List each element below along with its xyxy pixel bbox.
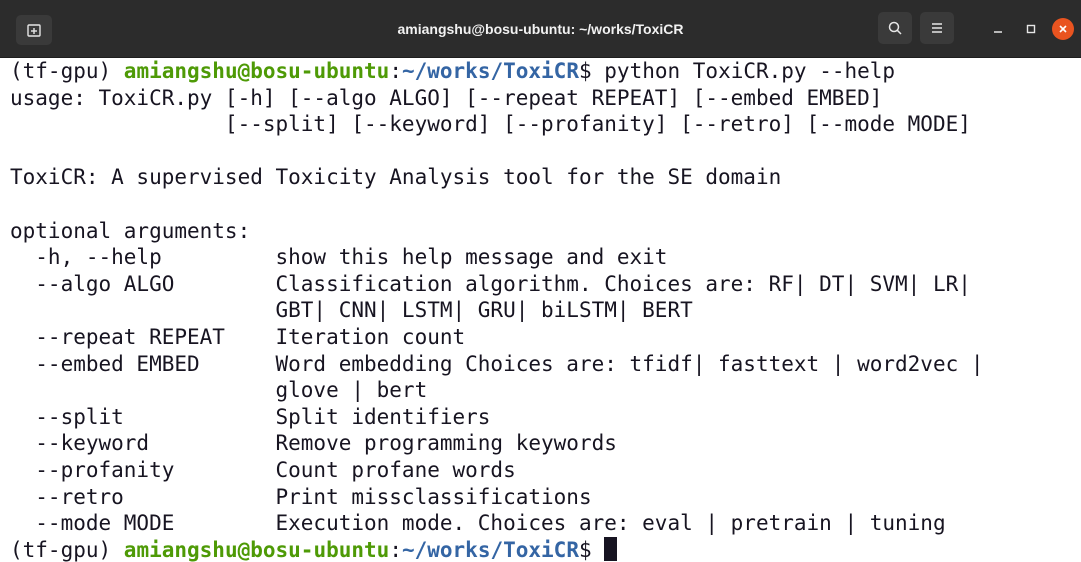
prompt-symbol: $ [578, 59, 605, 83]
output-line: -h, --help show this help message and ex… [10, 245, 668, 270]
terminal-window: amiangshu@bosu-ubuntu: ~/works/ToxiCR (t… [0, 0, 1081, 562]
prompt-colon: : [389, 537, 402, 562]
maximize-button[interactable] [1020, 18, 1042, 40]
search-button[interactable] [878, 12, 912, 44]
window-title: amiangshu@bosu-ubuntu: ~/works/ToxiCR [397, 21, 684, 37]
output-line: --split Split identifiers [10, 404, 491, 429]
close-button[interactable] [1052, 18, 1074, 40]
output-line: --repeat REPEAT Iteration count [10, 324, 466, 349]
output-line: --mode MODE Execution mode. Choices are:… [10, 511, 946, 536]
output-line: usage: ToxiCR.py [-h] [--algo ALGO] [--r… [10, 85, 883, 110]
minimize-icon [994, 31, 1002, 33]
output-line: --retro Print missclassifications [10, 484, 592, 509]
prompt-user-host: amiangshu@bosu-ubuntu [123, 537, 390, 562]
prompt-line: (tf-gpu) amiangshu@bosu-ubuntu:~/works/T… [10, 536, 1081, 562]
terminal-content[interactable]: (tf-gpu) amiangshu@bosu-ubuntu:~/works/T… [0, 58, 1081, 562]
menu-button[interactable] [920, 12, 954, 44]
output-line: GBT| CNN| LSTM| GRU| biLSTM| BERT [10, 298, 693, 323]
search-icon [888, 21, 902, 35]
output-line: --keyword Remove programming keywords [10, 431, 617, 456]
prompt-symbol: $ [578, 537, 605, 562]
prompt-command: python ToxiCR.py --help [604, 59, 896, 83]
prompt-env: (tf-gpu) [10, 59, 124, 83]
hamburger-menu-icon [932, 23, 942, 33]
output-line: ToxiCR: A supervised Toxicity Analysis t… [10, 165, 782, 190]
prompt-path: ~/works/ToxiCR [401, 59, 579, 83]
output-line: [--split] [--keyword] [--profanity] [--r… [10, 112, 971, 137]
minimize-button[interactable] [987, 18, 1009, 40]
output-line: glove | bert [10, 378, 428, 403]
output-line: --embed EMBED Word embedding Choices are… [10, 351, 984, 376]
output-line: optional arguments: [10, 218, 251, 243]
close-icon [1059, 25, 1067, 33]
maximize-icon [1026, 24, 1036, 34]
prompt-user-host: amiangshu@bosu-ubuntu [123, 59, 390, 83]
output-line: --algo ALGO Classification algorithm. Ch… [10, 271, 971, 296]
prompt-env: (tf-gpu) [10, 537, 124, 562]
output-line: --profanity Count profane words [10, 457, 516, 482]
prompt-line: (tf-gpu) amiangshu@bosu-ubuntu:~/works/T… [10, 58, 1081, 85]
title-bar[interactable]: amiangshu@bosu-ubuntu: ~/works/ToxiCR [0, 0, 1081, 58]
text-cursor [604, 536, 618, 561]
prompt-path: ~/works/ToxiCR [401, 537, 579, 562]
prompt-colon: : [389, 59, 402, 83]
